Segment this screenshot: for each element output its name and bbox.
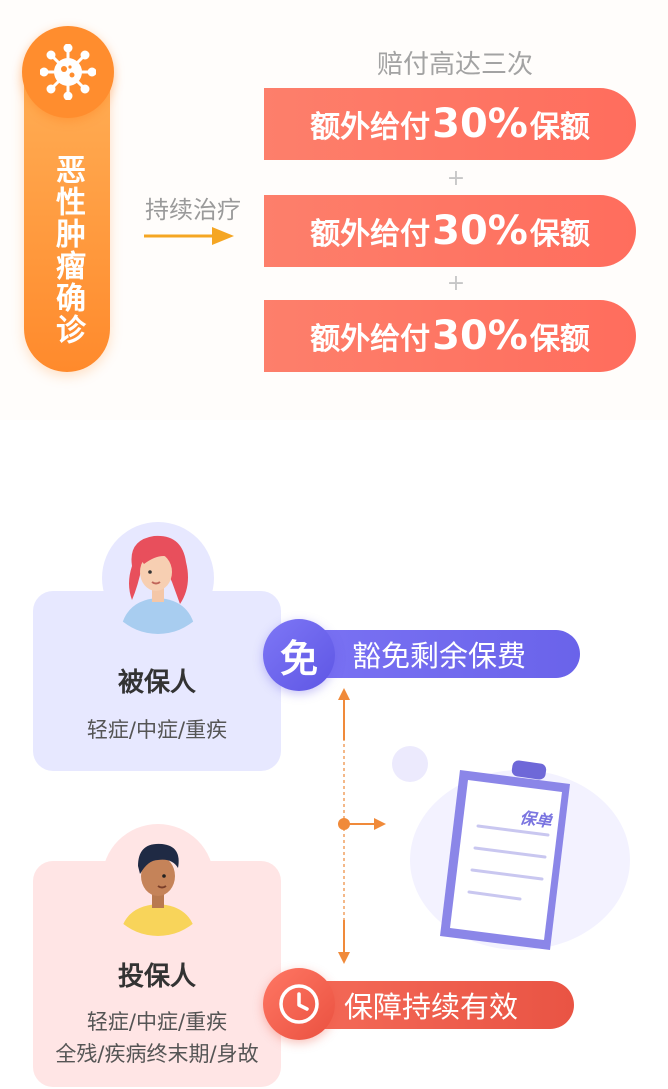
clock-icon [279,984,319,1024]
diagnosis-label: 恶性肿瘤确诊 [50,154,85,346]
payout-number: 30% [432,208,528,254]
treatment-label: 持续治疗 [145,196,241,224]
waiver-badge-text: 免 [279,636,318,681]
payout-prefix: 额外给付 [310,322,431,357]
policy-clipboard: 保单 [380,740,640,974]
waiver-tag: 豁免剩余保费 [300,630,580,678]
insured-avatar [102,522,214,634]
insured-conditions: 轻症/中症/重疾 [86,718,228,742]
policyholder-conditions-2: 全残/疾病终末期/身故 [55,1042,259,1066]
validity-label: 保障持续有效 [344,990,519,1024]
payout-suffix: 保额 [529,110,590,145]
policyholder-avatar [102,824,214,936]
clipboard-icon [392,746,630,950]
validity-tag: 保障持续有效 [300,981,574,1029]
payout-prefix: 额外给付 [310,217,431,252]
woman-avatar-icon [120,535,196,634]
payout-prefix: 额外给付 [310,110,431,145]
payout-bar-2: 额外给付 30% 保额 [264,195,636,267]
plus-sign: + [446,271,466,296]
plus-sign: + [446,166,466,191]
policyholder-title: 投保人 [117,962,196,992]
waiver-badge: 免 [263,619,335,691]
payout-suffix: 保额 [529,322,590,357]
payout-suffix: 保额 [529,217,590,252]
policyholder-conditions-1: 轻症/中症/重疾 [86,1010,228,1034]
virus-icon [22,26,114,118]
validity-badge [263,968,335,1040]
payout-title: 赔付高达三次 [376,50,533,80]
payout-bar-1: 额外给付 30% 保额 [264,88,636,160]
man-avatar-icon [120,843,196,936]
payout-number: 30% [432,101,528,147]
payout-bar-3: 额外给付 30% 保额 [264,300,636,372]
insured-title: 被保人 [117,668,196,698]
payout-number: 30% [432,313,528,359]
waiver-label: 豁免剩余保费 [352,639,527,673]
policy-doc-label: 保单 [518,807,553,832]
treatment-arrow-icon [144,227,234,245]
